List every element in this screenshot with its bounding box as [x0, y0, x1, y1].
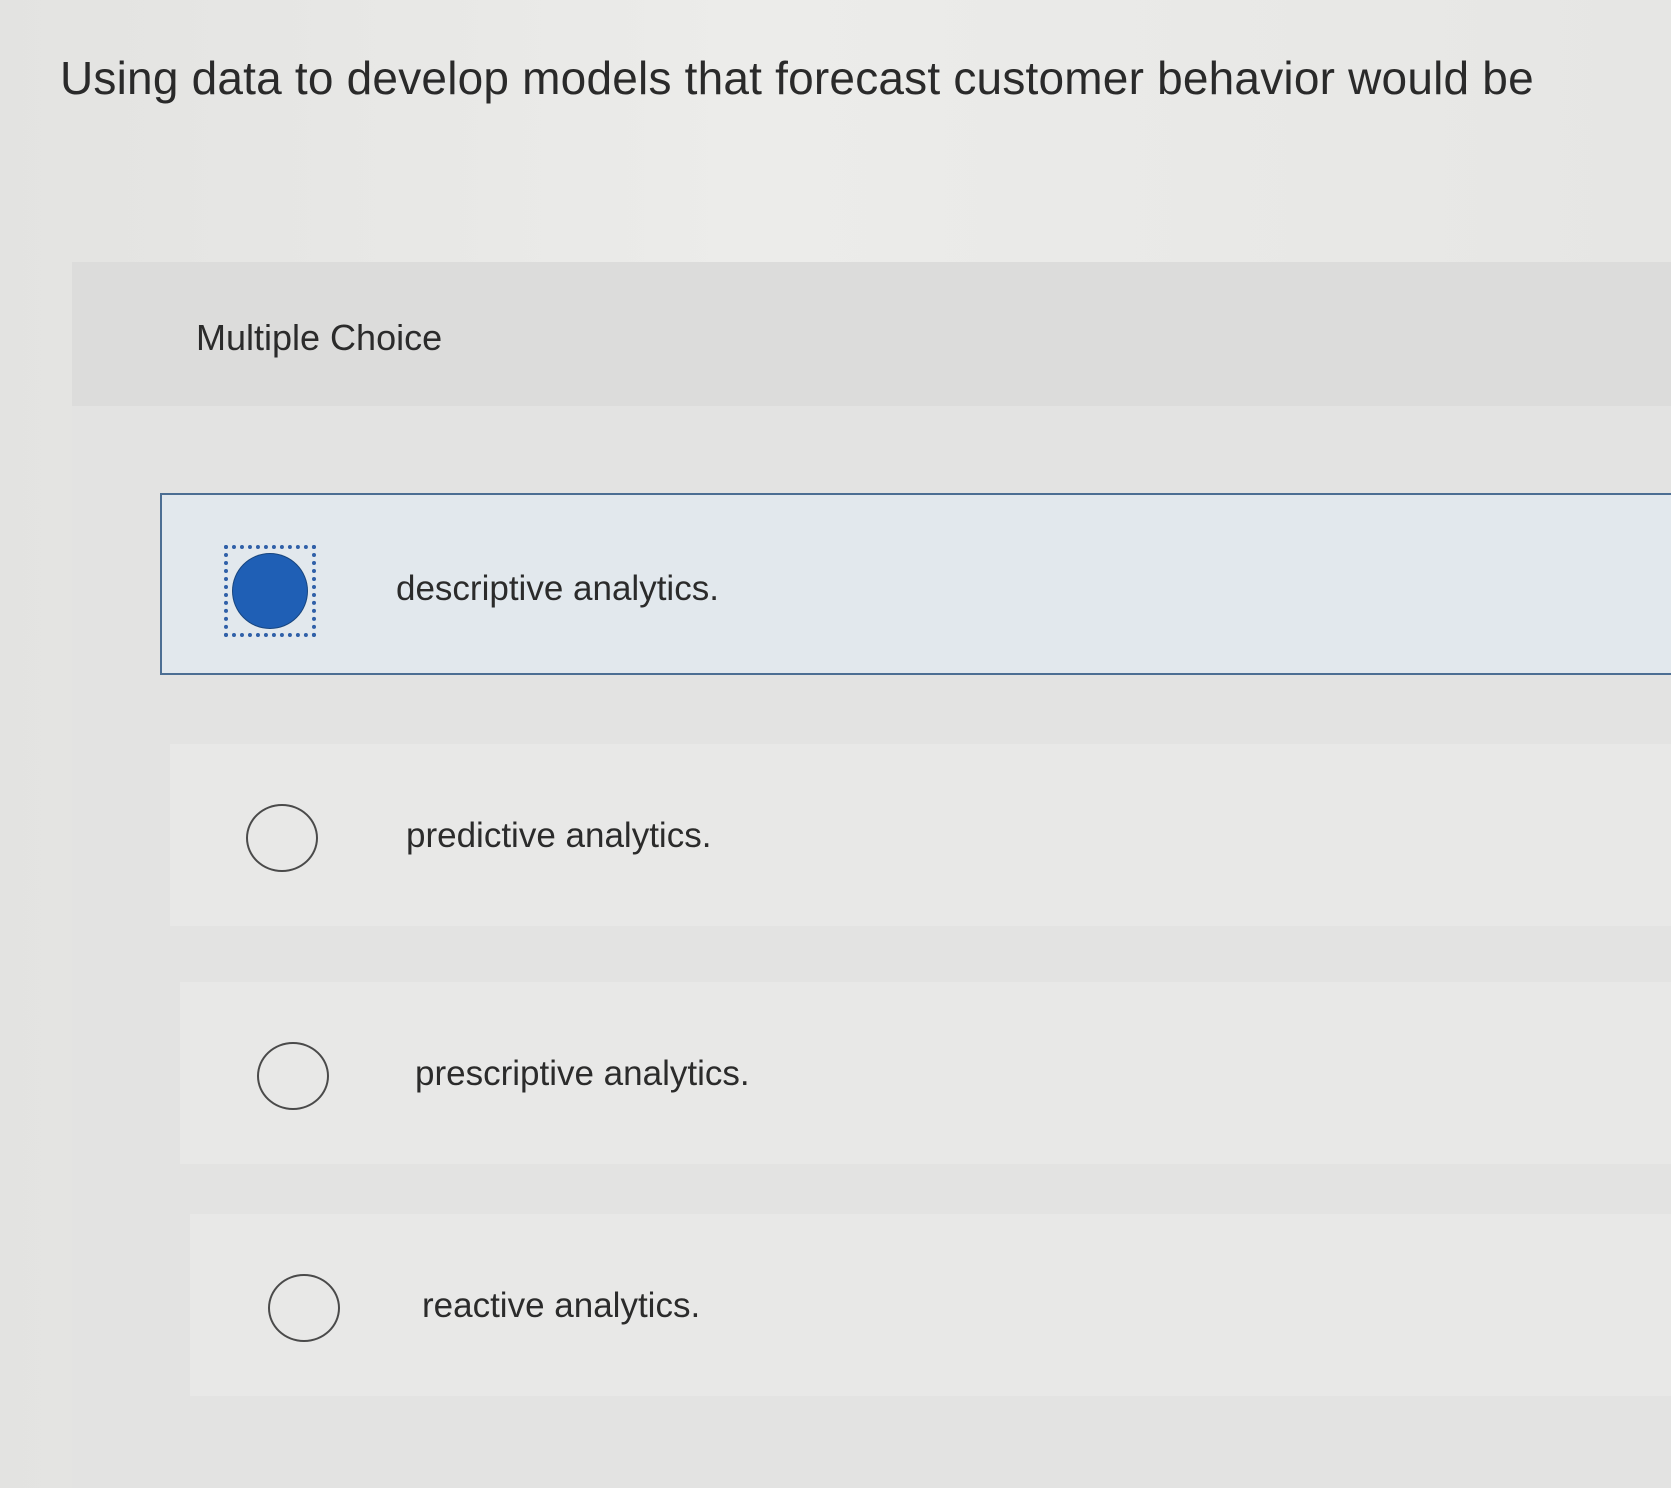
choice-option-predictive[interactable]: predictive analytics.	[170, 744, 1671, 926]
choice-label: predictive analytics.	[406, 816, 712, 855]
multiple-choice-header: Multiple Choice	[72, 262, 1671, 406]
question-text: Using data to develop models that foreca…	[60, 52, 1534, 104]
choice-label: prescriptive analytics.	[415, 1054, 750, 1093]
choice-option-prescriptive[interactable]: prescriptive analytics.	[180, 982, 1671, 1164]
choice-label: reactive analytics.	[422, 1286, 701, 1325]
radio-button-selected[interactable]	[224, 545, 316, 637]
multiple-choice-label: Multiple Choice	[196, 317, 443, 358]
radio-filled-icon	[233, 554, 307, 628]
radio-empty-icon[interactable]	[246, 804, 318, 872]
radio-empty-icon[interactable]	[257, 1042, 329, 1110]
choice-option-reactive[interactable]: reactive analytics.	[190, 1214, 1671, 1396]
radio-empty-icon[interactable]	[268, 1274, 340, 1342]
choice-label: descriptive analytics.	[396, 569, 719, 608]
choice-option-descriptive[interactable]: descriptive analytics.	[160, 493, 1671, 675]
